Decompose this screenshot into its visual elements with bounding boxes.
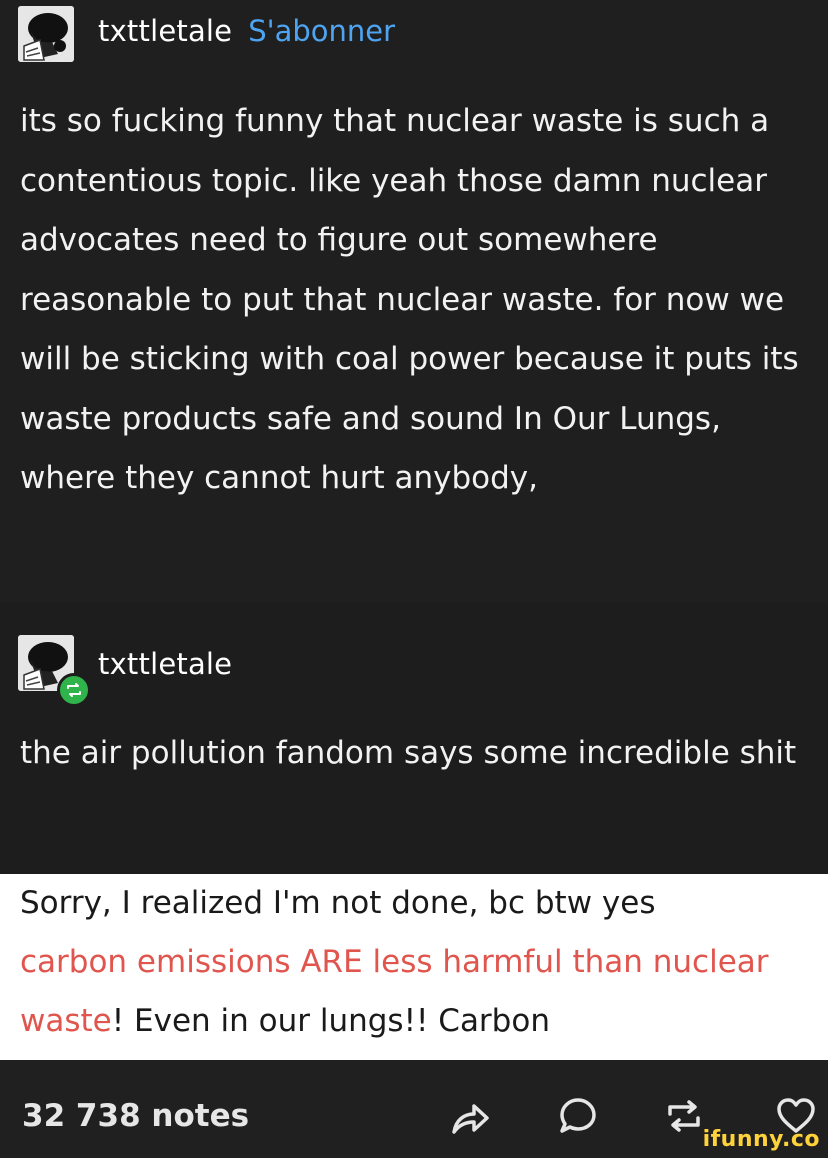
reblog-username[interactable]: txttletale — [98, 647, 232, 681]
reply-line-end: ! Even in our lungs!! Carbon — [111, 1003, 550, 1039]
reply-text: Sorry, I realized I'm not done, bc btw y… — [20, 874, 820, 1051]
avatar-image — [18, 6, 74, 62]
avatar[interactable] — [18, 6, 74, 62]
post-body: its so fucking funny that nuclear waste … — [20, 103, 799, 496]
share-icon[interactable] — [448, 1094, 492, 1138]
reply-line-start: Sorry, I realized I'm not done, bc btw y… — [20, 885, 656, 921]
reply-block: Sorry, I realized I'm not done, bc btw y… — [0, 874, 828, 1060]
reblog-body: the air pollution fandom says some incre… — [20, 735, 797, 771]
reblog-icon[interactable] — [662, 1094, 706, 1138]
original-post: txttletale S'abonner its so fucking funn… — [0, 0, 828, 603]
post-username[interactable]: txttletale — [98, 14, 232, 48]
ifunny-watermark: ifunny.co — [702, 1127, 820, 1152]
follow-button[interactable]: S'abonner — [248, 14, 395, 48]
reblog-badge-icon — [57, 673, 91, 707]
reblog-post: txttletale the air pollution fandom says… — [0, 603, 828, 874]
post-header: txttletale S'abonner — [98, 14, 395, 48]
reply-icon[interactable] — [556, 1094, 600, 1138]
notes-count[interactable]: 32 738 notes — [22, 1098, 249, 1134]
reblog-header: txttletale — [98, 647, 232, 681]
